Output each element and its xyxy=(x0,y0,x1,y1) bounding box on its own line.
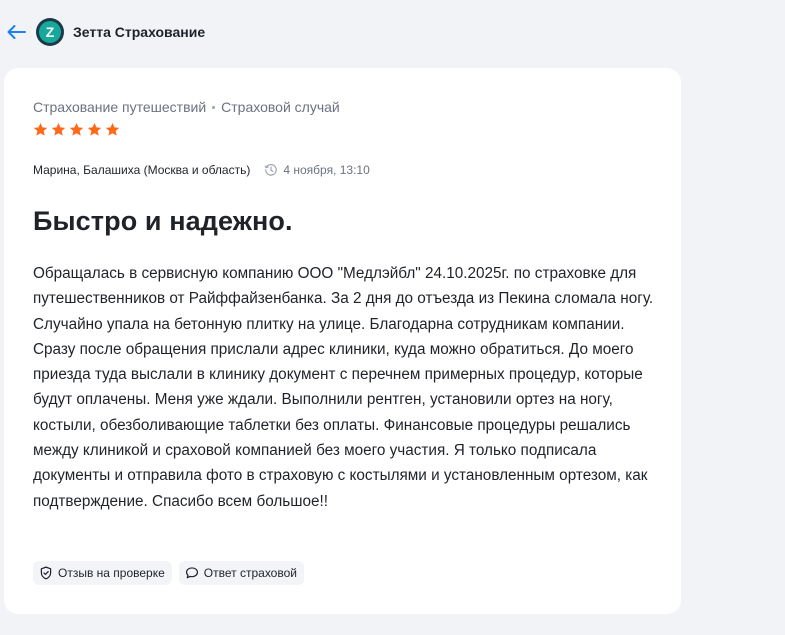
breadcrumb: Страхование путешествий Страховой случай xyxy=(33,99,340,115)
logo-letter: Z xyxy=(46,24,55,40)
chat-bubble-icon xyxy=(185,567,198,579)
review-card: Страхование путешествий Страховой случай… xyxy=(4,68,681,614)
review-author: Марина, Балашиха (Москва и область) xyxy=(33,163,251,177)
tag-insurer-reply[interactable]: Ответ страховой xyxy=(178,561,304,585)
review-body: Обращалась в сервисную компанию ООО "Мед… xyxy=(33,265,654,510)
tag-insurer-reply-label: Ответ страховой xyxy=(203,566,297,580)
breadcrumb-separator xyxy=(212,105,216,109)
company-logo-icon[interactable]: Z xyxy=(36,18,64,46)
review-tags: Отзыв на проверке Ответ страховой xyxy=(33,561,304,585)
review-date: 4 ноября, 13:10 xyxy=(283,163,370,177)
arrow-left-icon xyxy=(7,25,26,39)
tag-under-review[interactable]: Отзыв на проверке xyxy=(33,561,172,585)
tag-under-review-label: Отзыв на проверке xyxy=(58,566,165,580)
review-title: Быстро и надежно. xyxy=(33,206,293,236)
star-rating xyxy=(33,122,120,137)
history-clock-icon xyxy=(265,164,278,176)
review-date-group: 4 ноября, 13:10 xyxy=(264,163,370,177)
breadcrumb-item-subcategory[interactable]: Страховой случай xyxy=(221,99,340,115)
company-name-link[interactable]: Зетта Страхование xyxy=(73,24,205,40)
review-meta: Марина, Балашиха (Москва и область) 4 но… xyxy=(33,163,370,177)
star-icon xyxy=(51,123,66,136)
breadcrumb-item-category[interactable]: Страхование путешествий xyxy=(33,99,206,115)
shield-check-icon xyxy=(40,566,52,580)
star-icon xyxy=(105,123,120,136)
star-icon xyxy=(87,123,102,136)
back-button[interactable] xyxy=(2,18,30,46)
star-icon xyxy=(69,123,84,136)
top-bar: Z Зетта Страхование xyxy=(0,14,205,50)
star-icon xyxy=(33,123,48,136)
